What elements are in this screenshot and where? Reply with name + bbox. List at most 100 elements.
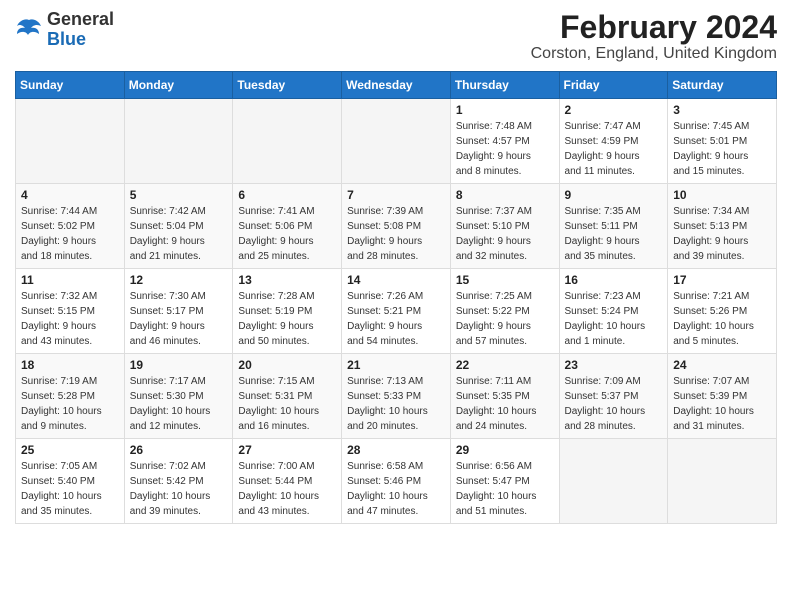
- day-info: Sunrise: 7:48 AM Sunset: 4:57 PM Dayligh…: [456, 119, 554, 179]
- day-info: Sunrise: 7:25 AM Sunset: 5:22 PM Dayligh…: [456, 289, 554, 349]
- calendar-cell: 24 Sunrise: 7:07 AM Sunset: 5:39 PM Dayli…: [668, 354, 777, 439]
- day-info: Sunrise: 7:07 AM Sunset: 5:39 PM Dayligh…: [673, 374, 771, 434]
- week-row-1: 1Sunrise: 7:48 AM Sunset: 4:57 PM Daylig…: [16, 99, 777, 184]
- day-info: Sunrise: 6:56 AM Sunset: 5:47 PM Dayligh…: [456, 459, 554, 519]
- day-number: 6: [238, 188, 336, 202]
- col-header-thursday: Thursday: [450, 72, 559, 99]
- day-number: 28: [347, 443, 445, 457]
- calendar-cell: 26 Sunrise: 7:02 AM Sunset: 5:42 PM Dayli…: [124, 439, 233, 524]
- day-info: Sunrise: 7:23 AM Sunset: 5:24 PM Dayligh…: [565, 289, 663, 349]
- calendar-cell: 27Sunrise: 7:00 AM Sunset: 5:44 PM Dayli…: [233, 439, 342, 524]
- col-header-sunday: Sunday: [16, 72, 125, 99]
- calendar-cell: 18Sunrise: 7:19 AM Sunset: 5:28 PM Dayli…: [16, 354, 125, 439]
- day-info: Sunrise: 7:44 AM Sunset: 5:02 PM Dayligh…: [21, 204, 119, 264]
- calendar-cell: [668, 439, 777, 524]
- day-number: 13: [238, 273, 336, 287]
- calendar-cell: 1Sunrise: 7:48 AM Sunset: 4:57 PM Daylig…: [450, 99, 559, 184]
- calendar-cell: 22 Sunrise: 7:11 AM Sunset: 5:35 PM Dayli…: [450, 354, 559, 439]
- calendar-cell: 11 Sunrise: 7:32 AM Sunset: 5:15 PM Dayli…: [16, 269, 125, 354]
- day-number: 29: [456, 443, 554, 457]
- calendar-cell: 14 Sunrise: 7:26 AM Sunset: 5:21 PM Dayli…: [342, 269, 451, 354]
- day-number: 23: [565, 358, 663, 372]
- day-number: 16: [565, 273, 663, 287]
- calendar-cell: [16, 99, 125, 184]
- day-number: 5: [130, 188, 228, 202]
- day-number: 12: [130, 273, 228, 287]
- day-info: Sunrise: 7:26 AM Sunset: 5:21 PM Dayligh…: [347, 289, 445, 349]
- calendar-cell: 5 Sunrise: 7:42 AM Sunset: 5:04 PM Daylig…: [124, 184, 233, 269]
- calendar-cell: [559, 439, 668, 524]
- day-info: Sunrise: 7:15 AM Sunset: 5:31 PM Dayligh…: [238, 374, 336, 434]
- calendar-cell: 15 Sunrise: 7:25 AM Sunset: 5:22 PM Dayli…: [450, 269, 559, 354]
- day-info: Sunrise: 7:39 AM Sunset: 5:08 PM Dayligh…: [347, 204, 445, 264]
- calendar-cell: [233, 99, 342, 184]
- day-number: 9: [565, 188, 663, 202]
- day-number: 4: [21, 188, 119, 202]
- day-number: 25: [21, 443, 119, 457]
- day-number: 24: [673, 358, 771, 372]
- day-number: 15: [456, 273, 554, 287]
- calendar-cell: [124, 99, 233, 184]
- day-info: Sunrise: 7:09 AM Sunset: 5:37 PM Dayligh…: [565, 374, 663, 434]
- day-number: 14: [347, 273, 445, 287]
- calendar-cell: 16 Sunrise: 7:23 AM Sunset: 5:24 PM Dayli…: [559, 269, 668, 354]
- page-header: General Blue February 2024 Corston, Engl…: [15, 10, 777, 63]
- day-info: Sunrise: 7:47 AM Sunset: 4:59 PM Dayligh…: [565, 119, 663, 179]
- day-info: Sunrise: 7:45 AM Sunset: 5:01 PM Dayligh…: [673, 119, 771, 179]
- calendar-cell: 7 Sunrise: 7:39 AM Sunset: 5:08 PM Daylig…: [342, 184, 451, 269]
- col-header-tuesday: Tuesday: [233, 72, 342, 99]
- calendar-cell: 17 Sunrise: 7:21 AM Sunset: 5:26 PM Dayli…: [668, 269, 777, 354]
- title-section: February 2024 Corston, England, United K…: [531, 10, 777, 63]
- calendar-cell: 4 Sunrise: 7:44 AM Sunset: 5:02 PM Daylig…: [16, 184, 125, 269]
- calendar-cell: 12Sunrise: 7:30 AM Sunset: 5:17 PM Dayli…: [124, 269, 233, 354]
- week-row-4: 18Sunrise: 7:19 AM Sunset: 5:28 PM Dayli…: [16, 354, 777, 439]
- calendar-cell: 21 Sunrise: 7:13 AM Sunset: 5:33 PM Dayli…: [342, 354, 451, 439]
- calendar-cell: 2 Sunrise: 7:47 AM Sunset: 4:59 PM Daylig…: [559, 99, 668, 184]
- day-info: Sunrise: 7:13 AM Sunset: 5:33 PM Dayligh…: [347, 374, 445, 434]
- location-subtitle: Corston, England, United Kingdom: [531, 45, 777, 63]
- day-info: Sunrise: 7:00 AM Sunset: 5:44 PM Dayligh…: [238, 459, 336, 519]
- calendar-cell: [342, 99, 451, 184]
- calendar-cell: 23 Sunrise: 7:09 AM Sunset: 5:37 PM Dayli…: [559, 354, 668, 439]
- day-number: 8: [456, 188, 554, 202]
- day-number: 2: [565, 103, 663, 117]
- day-info: Sunrise: 7:02 AM Sunset: 5:42 PM Dayligh…: [130, 459, 228, 519]
- calendar-cell: 9 Sunrise: 7:35 AM Sunset: 5:11 PM Daylig…: [559, 184, 668, 269]
- calendar-table: SundayMondayTuesdayWednesdayThursdayFrid…: [15, 71, 777, 524]
- day-info: Sunrise: 7:11 AM Sunset: 5:35 PM Dayligh…: [456, 374, 554, 434]
- day-info: Sunrise: 7:42 AM Sunset: 5:04 PM Dayligh…: [130, 204, 228, 264]
- day-info: Sunrise: 7:17 AM Sunset: 5:30 PM Dayligh…: [130, 374, 228, 434]
- day-number: 11: [21, 273, 119, 287]
- day-number: 3: [673, 103, 771, 117]
- calendar-cell: 29 Sunrise: 6:56 AM Sunset: 5:47 PM Dayli…: [450, 439, 559, 524]
- logo: General Blue: [15, 10, 114, 50]
- day-info: Sunrise: 7:32 AM Sunset: 5:15 PM Dayligh…: [21, 289, 119, 349]
- calendar-cell: 3 Sunrise: 7:45 AM Sunset: 5:01 PM Daylig…: [668, 99, 777, 184]
- col-header-saturday: Saturday: [668, 72, 777, 99]
- day-info: Sunrise: 7:35 AM Sunset: 5:11 PM Dayligh…: [565, 204, 663, 264]
- day-number: 10: [673, 188, 771, 202]
- day-info: Sunrise: 7:28 AM Sunset: 5:19 PM Dayligh…: [238, 289, 336, 349]
- calendar-cell: 10Sunrise: 7:34 AM Sunset: 5:13 PM Dayli…: [668, 184, 777, 269]
- logo-bird-icon: [15, 16, 43, 44]
- day-number: 21: [347, 358, 445, 372]
- day-info: Sunrise: 7:19 AM Sunset: 5:28 PM Dayligh…: [21, 374, 119, 434]
- logo-text: General Blue: [47, 10, 114, 50]
- day-number: 17: [673, 273, 771, 287]
- day-info: Sunrise: 7:05 AM Sunset: 5:40 PM Dayligh…: [21, 459, 119, 519]
- day-number: 26: [130, 443, 228, 457]
- col-header-monday: Monday: [124, 72, 233, 99]
- calendar-cell: 6 Sunrise: 7:41 AM Sunset: 5:06 PM Daylig…: [233, 184, 342, 269]
- day-info: Sunrise: 7:37 AM Sunset: 5:10 PM Dayligh…: [456, 204, 554, 264]
- day-info: Sunrise: 7:41 AM Sunset: 5:06 PM Dayligh…: [238, 204, 336, 264]
- col-header-friday: Friday: [559, 72, 668, 99]
- week-row-5: 25 Sunrise: 7:05 AM Sunset: 5:40 PM Dayli…: [16, 439, 777, 524]
- day-info: Sunrise: 7:21 AM Sunset: 5:26 PM Dayligh…: [673, 289, 771, 349]
- calendar-cell: 19Sunrise: 7:17 AM Sunset: 5:30 PM Dayli…: [124, 354, 233, 439]
- calendar-cell: 13 Sunrise: 7:28 AM Sunset: 5:19 PM Dayli…: [233, 269, 342, 354]
- week-row-2: 4 Sunrise: 7:44 AM Sunset: 5:02 PM Daylig…: [16, 184, 777, 269]
- day-number: 20: [238, 358, 336, 372]
- day-number: 7: [347, 188, 445, 202]
- calendar-cell: 20 Sunrise: 7:15 AM Sunset: 5:31 PM Dayli…: [233, 354, 342, 439]
- day-number: 22: [456, 358, 554, 372]
